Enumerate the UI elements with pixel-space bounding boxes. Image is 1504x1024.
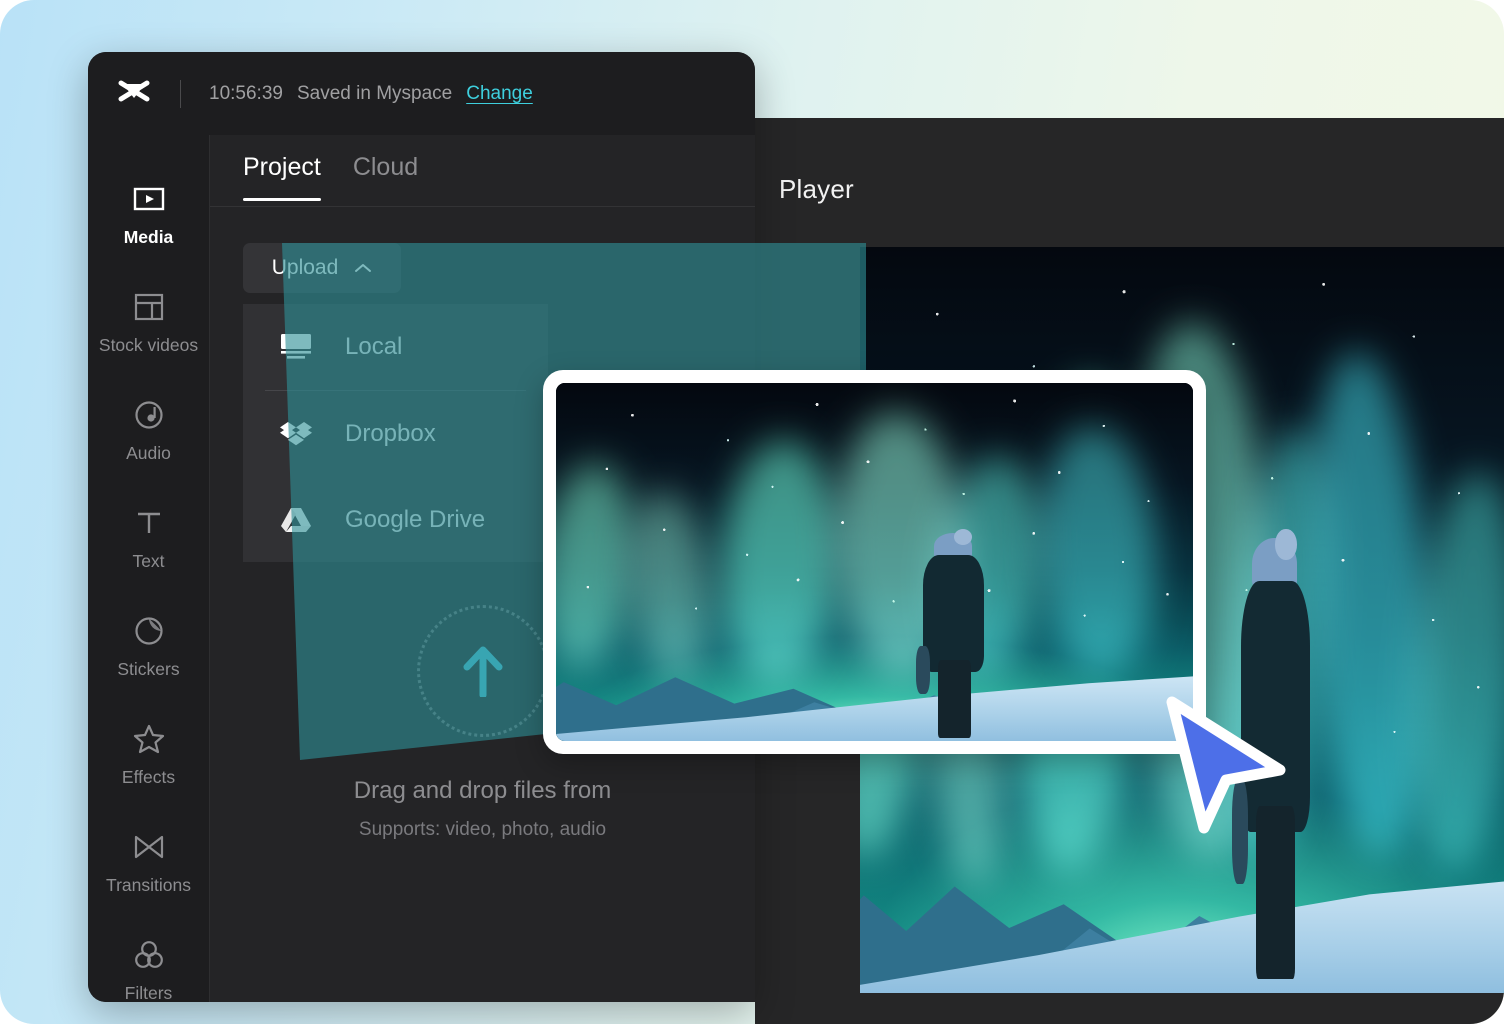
thumbnail-image [556, 383, 1193, 741]
sidebar-item-label: Stock videos [99, 335, 198, 356]
sidebar-item-label: Transitions [106, 875, 191, 896]
title-bar: 10:56:39 Saved in Myspace Change [88, 52, 755, 135]
titlebar-divider [180, 80, 181, 108]
capcut-logo-icon [114, 74, 154, 114]
aurora-artwork-thumb [556, 383, 1193, 741]
person-figure [913, 533, 996, 733]
sidebar-item-label: Filters [125, 983, 173, 1002]
sidebar-item-label: Stickers [117, 659, 179, 680]
upload-menu-item-google-drive[interactable]: Google Drive [243, 477, 548, 563]
dropzone-primary-text: Drag and drop files from [354, 777, 611, 805]
person-legs [938, 660, 971, 738]
tab-project[interactable]: Project [243, 153, 321, 188]
sidebar-item-filters[interactable]: Filters [88, 917, 209, 1002]
sidebar-item-transitions[interactable]: Transitions [88, 809, 209, 917]
upload-menu-label: Google Drive [345, 506, 485, 534]
upload-menu-item-local[interactable]: Local [243, 304, 548, 390]
filters-rings-icon [132, 938, 166, 972]
snow-ground [556, 619, 1193, 741]
person-glove [916, 646, 930, 694]
effects-star-icon [132, 722, 166, 756]
save-status: Saved in Myspace [297, 83, 452, 105]
dropzone-circle [417, 605, 549, 737]
sidebar-item-stock-videos[interactable]: Stock videos [88, 269, 209, 377]
sidebar-item-label: Audio [126, 443, 171, 464]
upload-menu-item-dropbox[interactable]: Dropbox [243, 391, 548, 477]
dropzone-secondary-text: Supports: video, photo, audio [359, 819, 606, 841]
upload-source-menu: Local Dropbox [243, 304, 548, 562]
transitions-bowtie-icon [132, 830, 166, 864]
dragged-media-thumbnail[interactable] [543, 370, 1206, 754]
sidebar-item-label: Effects [122, 767, 175, 788]
sidebar-item-audio[interactable]: Audio [88, 377, 209, 485]
text-t-icon [132, 506, 166, 540]
change-workspace-link[interactable]: Change [466, 83, 533, 105]
upload-menu-label: Local [345, 333, 402, 361]
layout-grid-icon [132, 290, 166, 324]
person-body [923, 555, 984, 671]
sidebar-item-text[interactable]: Text [88, 485, 209, 593]
arrow-cursor-icon [1158, 692, 1290, 844]
person-beanie-pom [1275, 529, 1296, 559]
player-title: Player [779, 174, 854, 205]
sidebar-item-label: Media [124, 227, 174, 248]
upload-arrow-icon [461, 645, 505, 697]
sidebar-item-label: Text [132, 551, 164, 572]
upload-menu-label: Dropbox [345, 420, 436, 448]
monitor-icon [279, 332, 313, 362]
audio-note-icon [132, 398, 166, 432]
sidebar-item-effects[interactable]: Effects [88, 701, 209, 809]
media-play-frame-icon [132, 182, 166, 216]
media-tabs: Project Cloud [210, 135, 755, 207]
sidebar: Media Stock videos A [88, 135, 210, 1002]
page-backdrop: Player [0, 0, 1504, 1024]
sidebar-item-media[interactable]: Media [88, 161, 209, 269]
sidebar-item-stickers[interactable]: Stickers [88, 593, 209, 701]
dropbox-icon [279, 419, 313, 449]
upload-button-label: Upload [272, 256, 339, 280]
sticker-circle-icon [132, 614, 166, 648]
project-time: 10:56:39 [209, 83, 283, 105]
tab-cloud[interactable]: Cloud [353, 153, 418, 188]
upload-button[interactable]: Upload [243, 243, 401, 293]
chevron-up-icon [354, 262, 372, 274]
google-drive-icon [279, 505, 313, 535]
